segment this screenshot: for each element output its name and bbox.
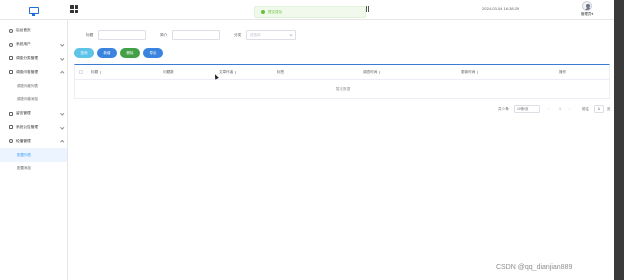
sidebar-item-label: 调查分类管理 [16,55,39,60]
toast-message: 提交成功 [268,9,282,14]
chevron-down-icon [59,125,64,130]
sidebar-item-home[interactable]: 后台首页 [0,24,67,38]
notice-icon [9,125,13,130]
main-content: 标题 简介 分类 请选择 查询 新增 删除 导出 标题 问题数 文章作者 标签 … [68,20,614,280]
sort-icon [99,70,102,74]
goto-page-input[interactable] [594,105,604,113]
column-header[interactable]: 标题 [91,70,101,75]
title-input[interactable] [98,30,146,40]
column-header: 标签 [277,70,285,74]
pagination-total: 共 0 条 [498,107,509,111]
sidebar-item-label: 后台首页 [16,28,31,33]
chevron-up-icon [59,140,64,145]
chevron-down-icon [59,42,64,47]
grid-menu-icon[interactable] [70,5,78,13]
sidebar-subitem-config-list[interactable]: 配置列表 [0,148,67,162]
category-placeholder: 请选择 [250,33,261,37]
success-toast: 提交成功 [254,6,366,18]
export-button[interactable]: 导出 [143,48,163,58]
monitor-icon [29,6,39,16]
pagination: 共 0 条 10条/页 ‹ 1 › 前往 页 [68,104,614,114]
sort-icon [476,70,479,74]
sidebar-item-notices[interactable]: 系统公告管理 [0,121,67,135]
column-header: 问题数 [163,70,174,74]
column-header: 操作 [559,70,567,74]
watermark: CSDN @qq_dianjian889 [496,264,573,271]
add-button[interactable]: 新增 [97,48,117,58]
summary-label: 简介 [160,32,168,37]
sidebar-item-users[interactable]: 系统用户 [0,38,67,52]
avatar [582,1,592,11]
document-icon [9,70,13,75]
goto-label: 前往 [582,107,589,111]
chevron-up-icon [59,71,64,76]
category-label: 分类 [234,32,242,37]
sidebar-subitem-survey-add[interactable]: 调查问卷添加 [0,93,67,107]
chevron-down-icon [59,56,64,61]
page-suffix: 页 [607,107,611,111]
page-size-value: 10条/页 [517,107,529,111]
signal-bars-icon [366,6,369,12]
home-icon [9,28,13,33]
page-number[interactable]: 1 [559,107,561,111]
column-header[interactable]: 文章作者 [219,70,236,75]
username: 管理员 [580,12,592,16]
query-button[interactable]: 查询 [74,48,94,58]
sidebar-item-label: 调查问卷管理 [16,69,39,74]
title-label: 标题 [86,32,94,37]
sidebar-item-survey[interactable]: 调查问卷管理 [0,65,67,79]
page-size-select[interactable]: 10条/页 [514,105,540,113]
sidebar-subitem-survey-list[interactable]: 调查问卷列表 [0,79,67,93]
data-table: 标题 问题数 文章作者 标签 调查时间 更新时间 操作 暂无数据 [74,64,610,99]
column-header[interactable]: 更新时间 [461,70,478,75]
sort-icon [234,70,237,74]
sidebar: 后台首页 系统用户 调查分类管理 调查问卷管理 调查问卷列表 调查问卷添加 留言… [0,20,68,280]
tag-icon [9,56,13,61]
select-all-checkbox[interactable] [79,70,83,74]
user-menu[interactable]: 管理员▾ [574,1,600,19]
sort-icon [378,70,381,74]
user-caret-icon: ▾ [591,12,594,16]
picture-icon [9,139,13,144]
chevron-down-icon [289,33,293,37]
table-header: 标题 问题数 文章作者 标签 调查时间 更新时间 操作 [75,65,609,80]
category-select[interactable]: 请选择 [246,30,296,40]
table-empty-text: 暂无数据 [335,87,351,91]
header-datetime: 2024-03-04 16:38:29 [482,6,520,11]
prev-page-button[interactable]: ‹ [548,106,549,111]
logo [0,0,68,20]
summary-input[interactable] [172,30,220,40]
sidebar-item-survey-category[interactable]: 调查分类管理 [0,52,67,66]
sidebar-subitem-config-add[interactable]: 配置添加 [0,162,67,176]
chevron-down-icon [59,111,64,116]
sidebar-item-messages[interactable]: 留言管理 [0,107,67,121]
search-form: 标题 简介 分类 请选择 [68,30,614,40]
sidebar-item-label: 系统用户 [16,42,31,47]
column-header[interactable]: 调查时间 [363,70,380,75]
user-icon [9,42,13,47]
window-scrollbar[interactable] [614,0,624,280]
sidebar-item-label: 轮播管理 [16,138,31,143]
next-page-button[interactable]: › [569,106,570,111]
message-icon [9,111,13,116]
sidebar-item-carousel[interactable]: 轮播管理 [0,134,67,148]
app-window: 2024-03-04 16:38:29 管理员▾ 提交成功 后台首页 系统用户 … [0,0,614,280]
success-icon [261,10,265,14]
delete-button[interactable]: 删除 [120,48,140,58]
sidebar-item-label: 留言管理 [16,111,31,116]
sidebar-item-label: 系统公告管理 [16,124,39,129]
